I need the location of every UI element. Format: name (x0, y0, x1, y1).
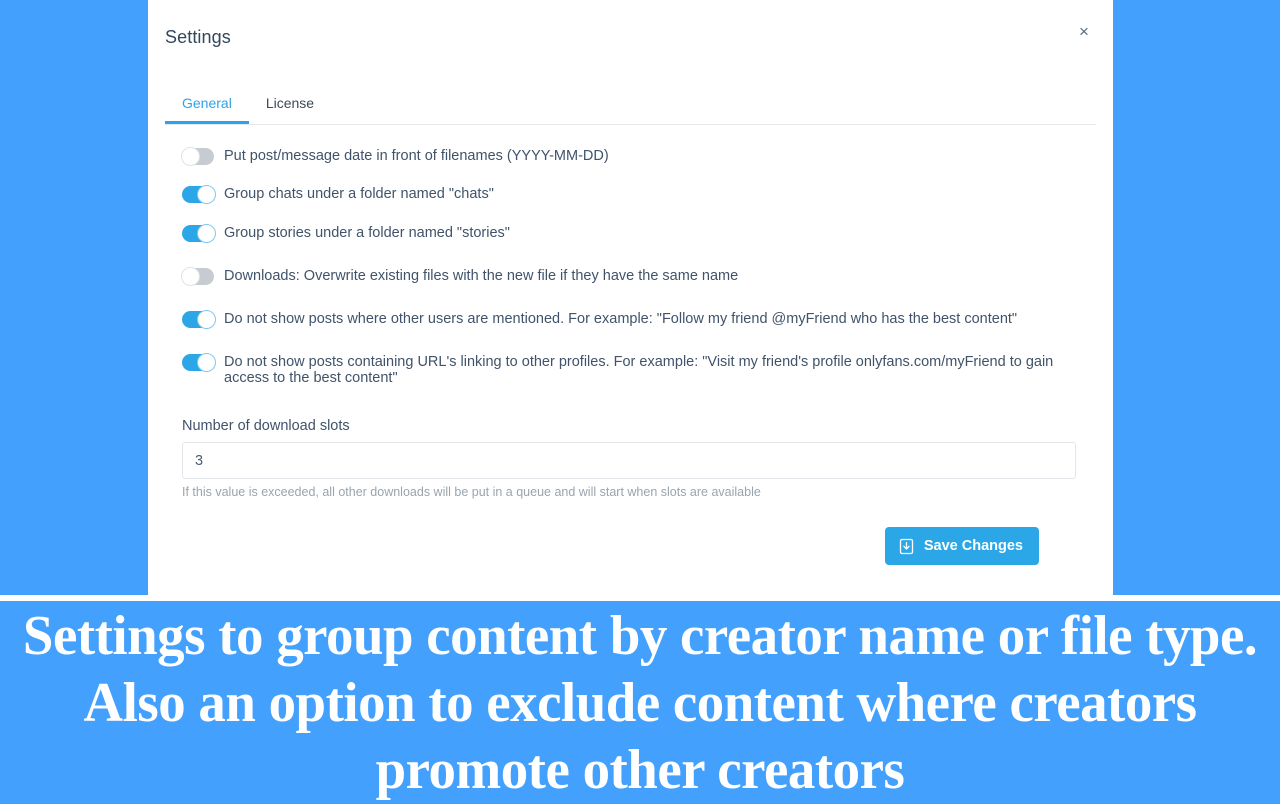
save-icon (898, 538, 915, 555)
setting-label: Group chats under a folder named "chats" (224, 186, 494, 202)
toggle-knob (197, 224, 216, 243)
toggle-knob (197, 185, 216, 204)
tab-general[interactable]: General (165, 91, 249, 124)
toggle-overwrite-files[interactable] (181, 267, 214, 286)
setting-row-hide-mentions: Do not show posts where other users are … (182, 310, 1076, 329)
toggle-knob (197, 310, 216, 329)
download-slots-block: Number of download slots If this value i… (182, 418, 1076, 499)
close-icon[interactable]: × (1069, 16, 1099, 46)
setting-row-group-stories: Group stories under a folder named "stor… (182, 224, 1076, 243)
modal-header: Settings × (148, 0, 1113, 64)
setting-label: Put post/message date in front of filena… (224, 148, 609, 164)
toggle-knob (181, 267, 200, 286)
toggle-group-stories[interactable] (182, 224, 216, 243)
toggle-group-chats[interactable] (182, 185, 216, 204)
setting-row-overwrite: Downloads: Overwrite existing files with… (181, 267, 1076, 286)
setting-row-group-chats: Group chats under a folder named "chats" (182, 185, 1076, 204)
download-slots-label: Number of download slots (182, 418, 350, 434)
page-title: Settings (165, 27, 231, 47)
screen: Settings × General License Put post/mess… (0, 0, 1280, 801)
save-button-label: Save Changes (923, 538, 1023, 554)
setting-label: Group stories under a folder named "stor… (224, 225, 510, 241)
settings-modal: Settings × General License Put post/mess… (148, 0, 1113, 595)
setting-label: Do not show posts containing URL's linki… (224, 354, 1054, 386)
save-button[interactable]: Save Changes (884, 527, 1039, 565)
caption-text: Settings to group content by creator nam… (12, 601, 1268, 801)
download-slots-input[interactable] (182, 442, 1076, 479)
toggle-hide-urls[interactable] (182, 353, 216, 372)
setting-row-date-prefix: Put post/message date in front of filena… (181, 147, 1076, 166)
modal-footer: Save Changes (182, 527, 1076, 565)
toggle-hide-mentions[interactable] (182, 310, 216, 329)
download-slots-hint: If this value is exceeded, all other dow… (182, 485, 761, 499)
setting-row-hide-urls: Do not show posts containing URL's linki… (182, 353, 1076, 386)
settings-form: Put post/message date in front of filena… (148, 125, 1113, 565)
setting-label: Do not show posts where other users are … (224, 311, 1018, 327)
toggle-knob (197, 353, 216, 372)
toggle-knob (181, 147, 200, 166)
setting-label: Downloads: Overwrite existing files with… (224, 268, 739, 284)
tab-license[interactable]: License (249, 91, 331, 116)
toggle-date-prefix[interactable] (181, 147, 214, 166)
tab-bar: General License (165, 91, 1096, 125)
